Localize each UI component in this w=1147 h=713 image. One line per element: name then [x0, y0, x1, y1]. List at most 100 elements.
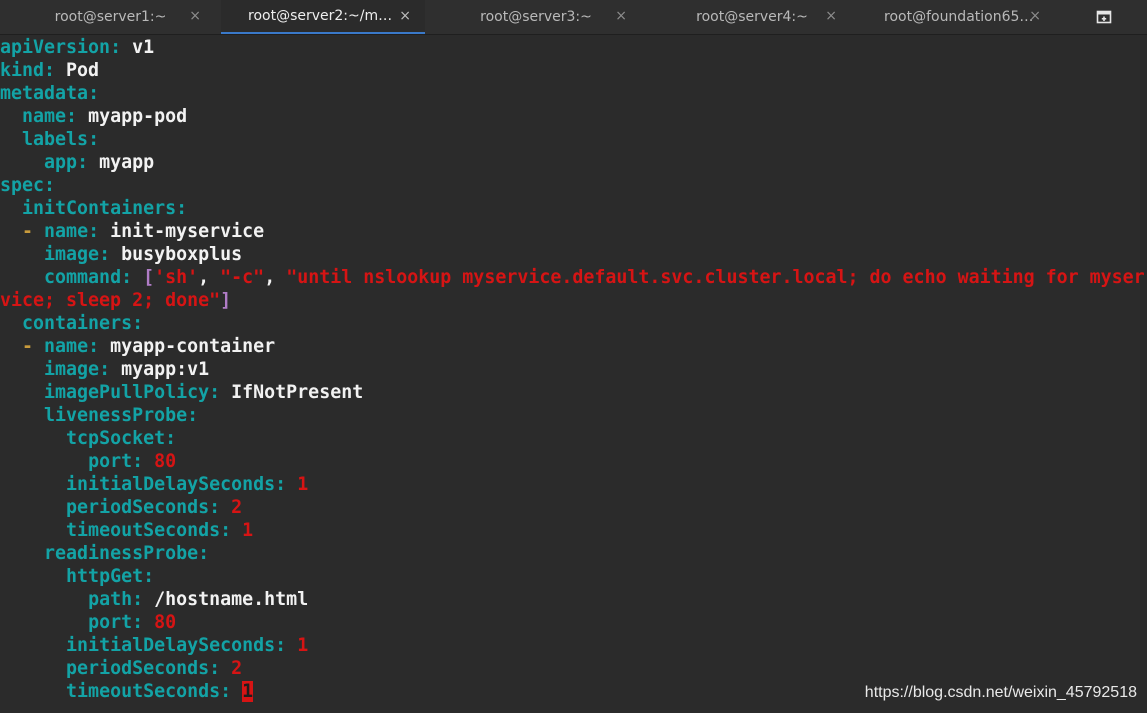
code-token: 1 — [297, 635, 309, 656]
tab-title: root@foundation65:~ — [884, 9, 1034, 25]
code-token: : — [198, 543, 210, 564]
code-token: 'sh' — [154, 267, 199, 288]
terminal-line: name: myapp-pod — [0, 105, 1147, 128]
terminal-line: initialDelaySeconds: 1 — [0, 473, 1147, 496]
close-tab-icon[interactable]: × — [399, 8, 411, 24]
terminal-line: - name: init-myservice — [0, 220, 1147, 243]
tab-server1[interactable]: root@server1:~ × — [0, 0, 221, 34]
code-token: : — [121, 267, 144, 288]
code-token: app — [44, 152, 78, 173]
tab-server2-active[interactable]: root@server2:~/man... × — [221, 0, 425, 34]
code-token: myapp-pod — [88, 106, 188, 127]
code-token: : — [110, 37, 133, 58]
terminal-line: readinessProbe: — [0, 542, 1147, 565]
tab-title: root@server1:~ — [54, 9, 167, 25]
code-token: : — [209, 497, 232, 518]
terminal-line: kind: Pod — [0, 59, 1147, 82]
close-tab-icon[interactable]: × — [825, 8, 837, 24]
code-token: tcpSocket — [66, 428, 166, 449]
code-token: imagePullPolicy — [44, 382, 210, 403]
code-token: : — [77, 152, 100, 173]
code-token: initialDelaySeconds — [66, 474, 276, 495]
code-token: ] — [220, 290, 232, 311]
code-token: : — [220, 520, 243, 541]
code-token: : — [88, 129, 100, 150]
code-token: : — [176, 198, 188, 219]
code-token: : — [275, 635, 298, 656]
terminal-line: app: myapp — [0, 151, 1147, 174]
terminal-line: port: 80 — [0, 450, 1147, 473]
code-token: path — [88, 589, 133, 610]
terminal-line: periodSeconds: 2 — [0, 496, 1147, 519]
code-token: : — [165, 428, 177, 449]
code-token: 1 — [242, 520, 254, 541]
terminal-line: livenessProbe: — [0, 404, 1147, 427]
code-token: name — [44, 221, 89, 242]
close-tab-icon[interactable]: × — [615, 8, 627, 24]
code-token: , — [198, 267, 221, 288]
terminal-output[interactable]: apiVersion: v1 kind: Pod metadata: name: m… — [0, 36, 1147, 713]
tab-server4[interactable]: root@server4:~ × — [647, 0, 857, 34]
close-tab-icon[interactable]: × — [189, 8, 201, 24]
code-token: init-myservice — [110, 221, 265, 242]
tab-server3[interactable]: root@server3:~ × — [425, 0, 647, 34]
terminal-line: image: busyboxplus — [0, 243, 1147, 266]
tab-title: root@server4:~ — [696, 9, 808, 25]
code-token: : — [132, 313, 144, 334]
code-token: readinessProbe — [44, 543, 199, 564]
code-token: : — [132, 612, 155, 633]
watermark-url: https://blog.csdn.net/weixin_45792518 — [864, 684, 1137, 701]
terminal-line: apiVersion: v1 — [0, 36, 1147, 59]
code-token: : — [209, 658, 232, 679]
code-token: : — [88, 221, 111, 242]
code-token: "until nslookup myservice.default.svc.cl… — [286, 267, 1145, 288]
code-token: : — [66, 106, 89, 127]
code-token: image — [44, 244, 100, 265]
code-token: : — [209, 382, 232, 403]
code-token: /hostname.html — [154, 589, 309, 610]
code-token: httpGet — [66, 566, 144, 587]
terminal-line: periodSeconds: 2 — [0, 657, 1147, 680]
code-token: spec — [0, 175, 45, 196]
terminal-line: labels: — [0, 128, 1147, 151]
code-token: myapp:v1 — [121, 359, 210, 380]
terminal-line: tcpSocket: — [0, 427, 1147, 450]
code-token: "-c" — [220, 267, 265, 288]
code-token: 80 — [154, 612, 177, 633]
code-token: containers — [22, 313, 133, 334]
terminal-line: metadata: — [0, 82, 1147, 105]
code-token: Pod — [66, 60, 100, 81]
terminal-line: port: 80 — [0, 611, 1147, 634]
code-token: , — [264, 267, 287, 288]
code-token: periodSeconds — [66, 497, 210, 518]
tab-foundation65[interactable]: root@foundation65:~ × — [857, 0, 1061, 34]
new-tab-button[interactable] — [1061, 0, 1147, 34]
code-token: : — [132, 589, 155, 610]
terminal-line: vice; sleep 2; done"] — [0, 289, 1147, 312]
code-token: apiVersion — [0, 37, 111, 58]
close-tab-icon[interactable]: × — [1029, 8, 1041, 24]
code-token: 2 — [231, 658, 243, 679]
code-token: 1 — [297, 474, 309, 495]
code-token: vice; sleep 2; done" — [0, 290, 221, 311]
terminal-line: containers: — [0, 312, 1147, 335]
code-token: 80 — [154, 451, 177, 472]
code-token: myapp-container — [110, 336, 276, 357]
terminal-line: command: ['sh', "-c", "until nslookup my… — [0, 266, 1147, 289]
